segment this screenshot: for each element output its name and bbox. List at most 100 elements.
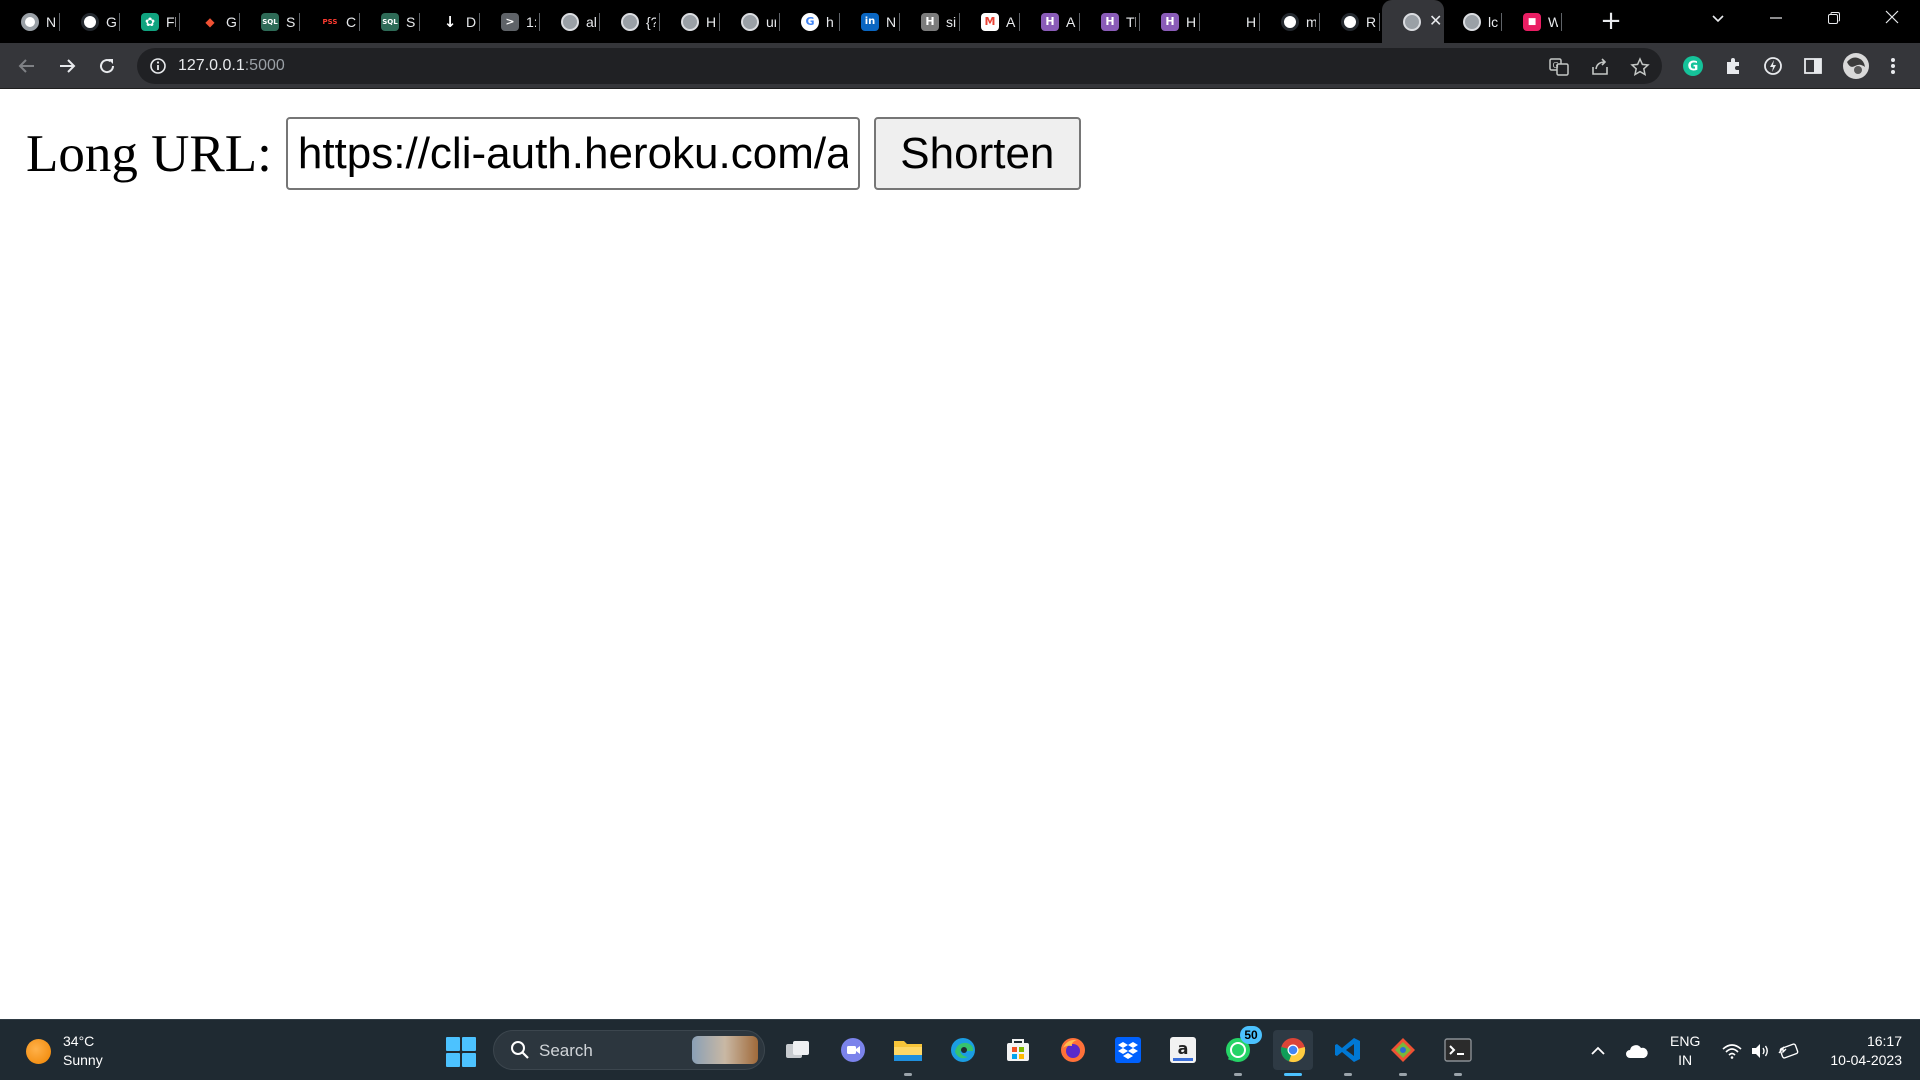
grammarly-icon[interactable]: G	[1681, 54, 1705, 78]
search-label: Search	[539, 1041, 593, 1060]
close-tab-icon[interactable]: ✕	[1429, 13, 1442, 30]
globe-icon	[1463, 12, 1481, 31]
task-view-icon[interactable]	[778, 1030, 818, 1070]
terminal-icon[interactable]	[1438, 1030, 1478, 1076]
edge-icon[interactable]	[943, 1030, 983, 1070]
browser-tab[interactable]: MA	[960, 0, 1020, 43]
svg-text:G: G	[1553, 61, 1559, 70]
browser-tab-title: A	[1066, 13, 1076, 30]
profile-avatar[interactable]	[1841, 51, 1871, 81]
taskbar-clock[interactable]: 16:17 10-04-2023	[1822, 1032, 1902, 1070]
whatsapp-icon[interactable]: 50	[1218, 1026, 1262, 1076]
vscode-icon[interactable]	[1328, 1030, 1368, 1076]
volume-icon[interactable]	[1748, 1039, 1772, 1063]
browser-tab[interactable]: SQL S(	[240, 0, 300, 43]
site-info-icon[interactable]	[149, 57, 167, 75]
globe-icon	[681, 12, 699, 31]
browser-tab[interactable]: m	[1260, 0, 1320, 43]
browser-tab[interactable]: H Tl	[1080, 0, 1140, 43]
search-highlight-image	[692, 1036, 758, 1064]
new-tab-button[interactable]: +	[1596, 6, 1626, 36]
browser-tab-title: al	[586, 13, 596, 30]
hashnode-icon: H	[921, 12, 939, 31]
browser-tab-title: H	[1246, 13, 1256, 30]
browser-tab[interactable]: R	[1320, 0, 1380, 43]
forward-button[interactable]	[51, 50, 83, 82]
browser-tab[interactable]: Gh	[780, 0, 840, 43]
browser-tab-title: W	[1548, 13, 1558, 30]
browser-tab[interactable]: G	[60, 0, 120, 43]
minimize-button[interactable]	[1748, 0, 1804, 40]
git-gui-icon[interactable]	[1383, 1030, 1423, 1076]
browser-tab[interactable]: N	[0, 0, 60, 43]
address-bar[interactable]: 127.0.0.1:5000 G	[137, 48, 1662, 84]
download-icon: ↓	[441, 12, 459, 31]
browser-tab[interactable]: PSS C	[300, 0, 360, 43]
browser-tab-title: lc	[1488, 13, 1498, 30]
browser-tab[interactable]: ■ W	[1502, 0, 1562, 43]
chrome-taskbar-icon[interactable]	[1273, 1030, 1313, 1076]
file-explorer-icon[interactable]	[888, 1030, 928, 1076]
battery-icon[interactable]	[1776, 1039, 1800, 1063]
google-icon: G	[801, 12, 819, 31]
browser-tab[interactable]: SQL S(	[360, 0, 420, 43]
firefox-icon[interactable]	[1053, 1030, 1093, 1070]
browser-tab[interactable]: Hsi	[900, 0, 960, 43]
browser-tab[interactable]: ◆ G	[180, 0, 240, 43]
tab-search-icon[interactable]	[1690, 0, 1746, 40]
amazon-icon[interactable]: a	[1163, 1030, 1203, 1070]
teams-chat-icon[interactable]	[833, 1030, 873, 1070]
restore-button[interactable]	[1806, 0, 1862, 40]
weather-widget[interactable]: 34°C Sunny	[26, 1032, 103, 1070]
weather-description: Sunny	[63, 1052, 103, 1068]
browser-tab-title: S(	[286, 13, 296, 30]
blank-icon	[1221, 13, 1239, 31]
hackerrank-icon: H	[1101, 12, 1119, 31]
github-icon	[81, 12, 99, 31]
address-url: 127.0.0.1:5000	[178, 57, 285, 74]
browser-tab[interactable]: HH	[1140, 0, 1200, 43]
git-icon: ◆	[205, 14, 215, 29]
browser-tab[interactable]: ↓ D	[420, 0, 480, 43]
browser-tab[interactable]: ur	[720, 0, 780, 43]
browser-tab[interactable]: H	[1200, 0, 1260, 43]
back-button[interactable]	[11, 50, 43, 82]
pss-icon: PSS	[322, 17, 338, 26]
browser-tab[interactable]: H	[660, 0, 720, 43]
chrome-menu-icon[interactable]	[1881, 54, 1905, 78]
wifi-icon[interactable]	[1720, 1039, 1744, 1063]
tab-separator	[1379, 13, 1380, 31]
hackerrank-icon: H	[1041, 12, 1059, 31]
browser-tab[interactable]: ✕	[1382, 0, 1444, 43]
browser-tab-title: A	[1006, 13, 1016, 30]
performance-icon[interactable]	[1761, 54, 1785, 78]
dropbox-icon[interactable]	[1108, 1030, 1148, 1070]
translate-icon[interactable]: G	[1549, 57, 1569, 77]
shorten-button[interactable]: Shorten	[873, 117, 1081, 190]
windows-start-icon[interactable]	[446, 1037, 476, 1067]
globe-icon	[621, 12, 639, 31]
microsoft-store-icon[interactable]	[998, 1030, 1038, 1070]
browser-tab[interactable]: in N	[840, 0, 900, 43]
close-window-button[interactable]	[1864, 0, 1920, 40]
browser-tab[interactable]: {?	[600, 0, 660, 43]
browser-tab[interactable]: >1:	[480, 0, 540, 43]
svg-text:G: G	[1688, 60, 1699, 75]
bookmark-star-icon[interactable]	[1630, 57, 1650, 77]
browser-tab[interactable]: al	[540, 0, 600, 43]
side-panel-icon[interactable]	[1801, 54, 1825, 78]
browser-tab-title: h	[826, 13, 834, 30]
share-icon[interactable]	[1590, 57, 1610, 77]
long-url-input[interactable]	[285, 117, 860, 190]
language-indicator[interactable]: ENG IN	[1670, 1032, 1700, 1070]
reload-button[interactable]	[91, 50, 123, 82]
hackerrank-icon: H	[1161, 12, 1179, 31]
browser-tab[interactable]: lc	[1442, 0, 1502, 43]
browser-tab[interactable]: ✿ Fl	[120, 0, 180, 43]
extensions-icon[interactable]	[1721, 54, 1745, 78]
browser-tab[interactable]: HA	[1020, 0, 1080, 43]
taskbar-search[interactable]: Search	[493, 1030, 765, 1070]
chatgpt-icon: ✿	[141, 12, 159, 31]
onedrive-cloud-icon[interactable]	[1625, 1039, 1649, 1063]
show-hidden-icons-chevron-icon[interactable]	[1586, 1039, 1610, 1063]
